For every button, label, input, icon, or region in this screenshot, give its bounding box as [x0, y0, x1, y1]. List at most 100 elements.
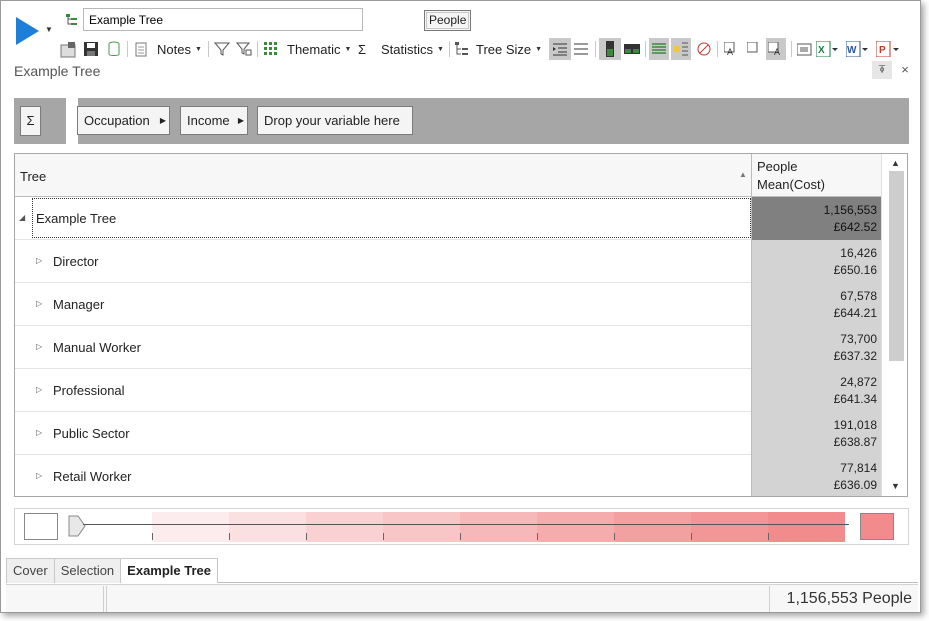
chevron-right-icon: ▶: [159, 116, 166, 125]
expand-icon[interactable]: ▷: [36, 342, 42, 351]
variable-drop-zone[interactable]: Drop your variable here: [257, 106, 413, 135]
legend-band[interactable]: [768, 512, 845, 542]
tab-cover[interactable]: Cover: [6, 558, 55, 583]
database-icon[interactable]: [107, 38, 121, 60]
expand-icon[interactable]: ▷: [36, 299, 42, 308]
thematic-menu[interactable]: Thematic ▼: [287, 38, 351, 60]
variable-chip-occupation[interactable]: Occupation ▶: [77, 106, 170, 135]
sigma-button[interactable]: Σ: [20, 106, 41, 136]
people-mean-cell[interactable]: 24,872 £641.34: [751, 369, 881, 412]
tree-root-row[interactable]: ◢ Example Tree 1,156,553 £642.52: [15, 197, 881, 240]
legend-band[interactable]: [537, 512, 614, 542]
people-mean-cell[interactable]: 1,156,553 £642.52: [751, 197, 881, 240]
tab-selection[interactable]: Selection: [53, 558, 122, 583]
tree-row[interactable]: ▷ Director 16,426 £650.16: [15, 240, 881, 283]
legend-band[interactable]: [460, 512, 537, 542]
tree-size-menu[interactable]: Tree Size ▼: [476, 38, 542, 60]
color-legend: [14, 508, 909, 545]
tree-row[interactable]: ▷ Public Sector 191,018 £638.87: [15, 412, 881, 455]
status-bar: 1,156,553 People: [6, 584, 918, 612]
legend-band[interactable]: [691, 512, 768, 542]
people-count: 73,700: [840, 332, 877, 346]
scroll-down-icon[interactable]: ▼: [891, 481, 900, 491]
people-button[interactable]: People: [424, 10, 472, 31]
export-word-icon[interactable]: W: [846, 38, 868, 60]
legend-band[interactable]: [306, 512, 383, 542]
landscape-layout-icon[interactable]: [624, 38, 640, 60]
collapse-icon[interactable]: ◢: [19, 213, 25, 222]
save-icon[interactable]: [83, 38, 99, 60]
label-empty-icon[interactable]: [747, 38, 763, 60]
status-divider: [103, 586, 104, 612]
people-mean-cell[interactable]: 191,018 £638.87: [751, 412, 881, 455]
variable-chip-income[interactable]: Income ▶: [180, 106, 248, 135]
tree-row[interactable]: ▷ Manager 67,578 £644.21: [15, 283, 881, 326]
no-entry-icon[interactable]: [697, 38, 711, 60]
svg-text:A: A: [774, 47, 780, 56]
tree-name-input[interactable]: [83, 8, 363, 31]
notes-icon[interactable]: [135, 38, 147, 60]
lock-save-icon[interactable]: [59, 38, 79, 60]
legend-band[interactable]: [229, 512, 306, 542]
grid-header: Tree ▲ People Mean(Cost): [15, 154, 881, 197]
run-play-icon[interactable]: [13, 15, 41, 47]
export-image-icon[interactable]: [797, 38, 813, 60]
svg-text:X: X: [818, 45, 825, 56]
people-mean-cell[interactable]: 16,426 £650.16: [751, 240, 881, 283]
people-count: 67,578: [840, 289, 877, 303]
vertical-scrollbar[interactable]: ▲ ▼: [881, 154, 907, 496]
expand-icon[interactable]: ▷: [36, 471, 42, 480]
mean-cost: £637.32: [833, 349, 877, 363]
people-mean-cell[interactable]: 73,700 £637.32: [751, 326, 881, 369]
export-powerpoint-icon[interactable]: P: [876, 38, 900, 60]
legend-band[interactable]: [152, 512, 229, 542]
legend-band[interactable]: [614, 512, 691, 542]
legend-low-swatch[interactable]: [24, 513, 58, 540]
people-mean-cell[interactable]: 67,578 £644.21: [751, 283, 881, 326]
horizontal-bars-icon[interactable]: [649, 38, 669, 60]
legend-high-swatch[interactable]: [860, 513, 894, 540]
indent-list-icon[interactable]: [549, 38, 571, 60]
tree-row-label: Manual Worker: [53, 340, 141, 355]
statistics-menu[interactable]: Statistics ▼: [381, 38, 444, 60]
people-mean-cell[interactable]: 77,814 £636.09: [751, 455, 881, 496]
filter-icon[interactable]: [214, 38, 230, 60]
pin-icon[interactable]: ⍕: [872, 61, 892, 79]
legend-tick: [229, 533, 230, 540]
legend-band[interactable]: [383, 512, 460, 542]
run-dropdown-icon[interactable]: ▼: [45, 25, 53, 34]
expand-icon[interactable]: ▷: [36, 385, 42, 394]
export-excel-icon[interactable]: X: [816, 38, 838, 60]
tree-column-header[interactable]: Tree: [20, 169, 46, 184]
grid-rows: ◢ Example Tree 1,156,553 £642.52 ▷ Director 16…: [15, 197, 881, 496]
portrait-layout-icon[interactable]: [599, 38, 621, 60]
label-all-icon[interactable]: A: [724, 38, 740, 60]
close-icon[interactable]: ×: [898, 61, 912, 79]
statistics-menu-label: Statistics: [381, 41, 434, 57]
mean-cost: £641.34: [833, 392, 877, 406]
tab-example-tree[interactable]: Example Tree: [120, 558, 218, 583]
thematic-grid-icon[interactable]: [264, 38, 278, 60]
sigma-statistics-icon[interactable]: Σ: [358, 38, 366, 60]
variable-chip-label: Income: [187, 113, 230, 128]
expand-icon[interactable]: ▷: [36, 256, 42, 265]
legend-slider-handle[interactable]: [68, 512, 86, 540]
variable-drop-zone-label: Drop your variable here: [264, 113, 400, 128]
expand-icon[interactable]: ▷: [36, 428, 42, 437]
sort-ascending-icon[interactable]: ▲: [739, 170, 747, 179]
column-header-line1: People: [757, 159, 798, 174]
scroll-thumb[interactable]: [889, 171, 904, 361]
application-window: ▼ People Notes▼ Thematic▼ Σ Statistics▼: [0, 0, 921, 613]
scroll-up-icon[interactable]: ▲: [891, 158, 900, 168]
highlight-grid-icon[interactable]: [671, 38, 691, 60]
people-column-header[interactable]: People Mean(Cost): [751, 154, 881, 197]
filter-edit-icon[interactable]: [236, 38, 252, 60]
tree-size-icon[interactable]: [455, 38, 469, 60]
list-lines-icon[interactable]: [574, 38, 590, 60]
label-value-icon[interactable]: A: [766, 38, 786, 60]
tree-row[interactable]: ▷ Professional 24,872 £641.34: [15, 369, 881, 412]
tree-row[interactable]: ▷ Manual Worker 73,700 £637.32: [15, 326, 881, 369]
tree-row-label: Public Sector: [53, 426, 130, 441]
notes-menu[interactable]: Notes ▼: [157, 38, 202, 60]
tree-row[interactable]: ▷ Retail Worker 77,814 £636.09: [15, 455, 881, 496]
